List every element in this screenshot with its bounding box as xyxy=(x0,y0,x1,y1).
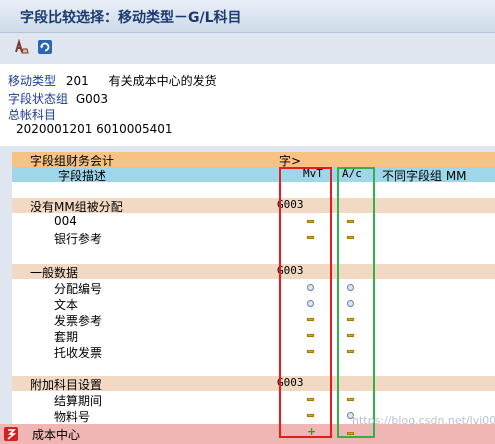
watermark: https://blog.csdn.net/lvj003 xyxy=(352,414,495,427)
table-row[interactable]: 套期 xyxy=(12,328,495,344)
table-row[interactable]: 银行参考 xyxy=(12,230,495,246)
field-status-group-label: 字段状态组 xyxy=(8,92,69,106)
table-header-group: 字段组财务会计 字> xyxy=(12,152,495,168)
row-label: 物料号 xyxy=(54,410,91,424)
table-row[interactable]: 文本 xyxy=(12,296,495,312)
header-info: 移动类型 201 有关成本中心的发货 字段状态组 G003 总帐科目 20200… xyxy=(0,64,495,146)
row-label: 结算期间 xyxy=(54,394,103,408)
row-label: 成本中心 xyxy=(32,428,81,442)
field-status-group-value: G003 xyxy=(75,92,109,106)
group-header: 附加科目设置 G003 xyxy=(12,376,495,392)
gl-account-label: 总帐科目 xyxy=(8,108,57,122)
group-title: 没有MM组被分配 xyxy=(30,200,123,214)
toolbar xyxy=(0,33,495,63)
group-title: 一般数据 xyxy=(30,266,79,280)
table-panel: 字段组财务会计 字> 字段描述 MvT A/c 不同字段组 MM 没有MM组被分… xyxy=(12,152,495,444)
table-row[interactable]: 发票参考 xyxy=(12,312,495,328)
movement-type-desc: 有关成本中心的发货 xyxy=(108,74,217,88)
selected-row-costcenter[interactable]: 成本中心 + xyxy=(0,424,495,444)
print-icon[interactable] xyxy=(14,39,30,55)
ac-column-highlight xyxy=(337,167,375,438)
gl-account-value: 2020001201 6010005401 xyxy=(16,122,173,136)
group-header: 一般数据 G003 xyxy=(12,264,495,280)
table-row[interactable]: 托收发票 xyxy=(12,344,495,360)
refresh-icon[interactable] xyxy=(37,39,53,55)
row-label: 托收发票 xyxy=(54,346,103,360)
group-title: 附加科目设置 xyxy=(30,378,103,392)
table-row[interactable]: 结算期间 xyxy=(12,392,495,408)
error-icon xyxy=(4,427,18,441)
group-header: 没有MM组被分配 G003 xyxy=(12,198,495,214)
row-label: 套期 xyxy=(54,330,79,344)
movement-type-value: 201 xyxy=(65,74,89,88)
movement-type-label: 移动类型 xyxy=(8,74,57,88)
header-field-desc: 字段描述 xyxy=(58,169,107,183)
row-label: 分配编号 xyxy=(54,282,103,296)
header-diff-group[interactable]: 不同字段组 MM xyxy=(382,167,467,184)
table-row[interactable]: 004 xyxy=(12,214,495,229)
table-header-columns: 字段描述 MvT A/c 不同字段组 MM xyxy=(12,167,495,184)
row-label: 004 xyxy=(54,214,77,228)
table-row[interactable]: 分配编号 xyxy=(12,280,495,296)
title-bar: 字段比较选择：移动类型－G/L科目 xyxy=(0,0,495,33)
row-label: 文本 xyxy=(54,298,79,312)
mvt-column-highlight xyxy=(279,167,332,438)
field-comparison-table: 字段组财务会计 字> 字段描述 MvT A/c 不同字段组 MM 没有MM组被分… xyxy=(0,146,495,444)
row-label: 银行参考 xyxy=(54,232,103,246)
window-title: 字段比较选择：移动类型－G/L科目 xyxy=(20,10,242,26)
row-label: 发票参考 xyxy=(54,314,103,328)
